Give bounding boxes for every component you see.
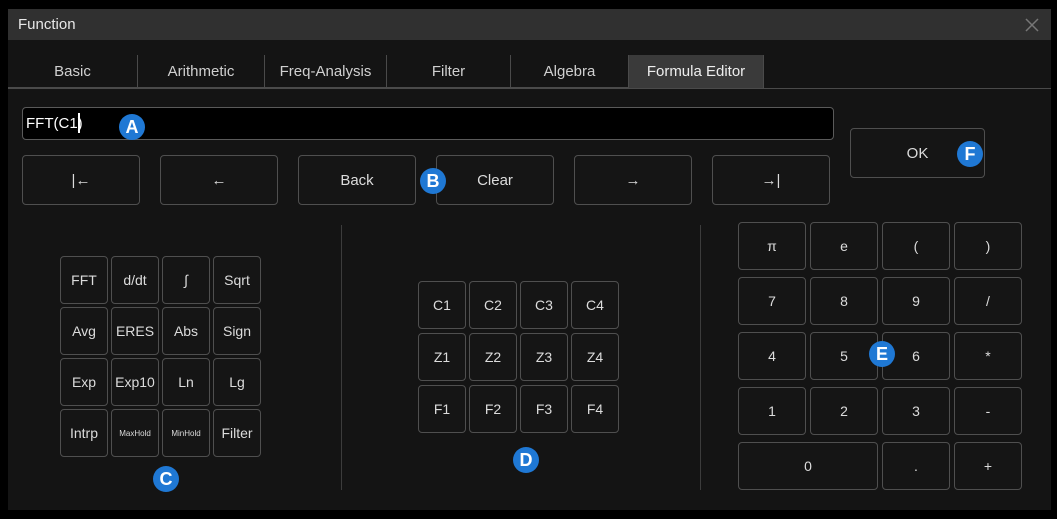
function-key-exp[interactable]: Exp [60, 358, 108, 406]
text-caret [78, 113, 80, 133]
keypad-key-5[interactable]: 5 [810, 332, 878, 380]
function-key-sqrt[interactable]: Sqrt [213, 256, 261, 304]
tab-arithmetic[interactable]: Arithmetic [138, 55, 265, 88]
function-key-ddt[interactable]: d/dt [111, 256, 159, 304]
source-key-z4[interactable]: Z4 [571, 333, 619, 381]
source-key-f2[interactable]: F2 [469, 385, 517, 433]
divider-left [341, 225, 342, 490]
function-key-sign[interactable]: Sign [213, 307, 261, 355]
clear-button[interactable]: Clear [436, 155, 554, 205]
source-key-f4[interactable]: F4 [571, 385, 619, 433]
function-key-minhold[interactable]: MinHold [162, 409, 210, 457]
source-key-z3[interactable]: Z3 [520, 333, 568, 381]
move-home-button[interactable]: |← [22, 155, 140, 205]
keypad-key-divide[interactable]: / [954, 277, 1022, 325]
function-key-ln[interactable]: Ln [162, 358, 210, 406]
source-key-z1[interactable]: Z1 [418, 333, 466, 381]
keypad-key-plus[interactable]: + [954, 442, 1022, 490]
function-key-intrp[interactable]: Intrp [60, 409, 108, 457]
source-key-f1[interactable]: F1 [418, 385, 466, 433]
tab-divider [8, 88, 1051, 89]
tab-basic[interactable]: Basic [8, 55, 138, 88]
source-key-c4[interactable]: C4 [571, 281, 619, 329]
source-key-c3[interactable]: C3 [520, 281, 568, 329]
function-key-[interactable]: ∫ [162, 256, 210, 304]
keypad-key-4[interactable]: 4 [738, 332, 806, 380]
move-end-button[interactable]: →| [712, 155, 830, 205]
backspace-button[interactable]: Back [298, 155, 416, 205]
keypad-key-pi[interactable]: π [738, 222, 806, 270]
function-key-avg[interactable]: Avg [60, 307, 108, 355]
close-icon[interactable] [1020, 13, 1044, 37]
move-left-button[interactable]: ← [160, 155, 278, 205]
source-key-c2[interactable]: C2 [469, 281, 517, 329]
window-title: Function [18, 16, 76, 33]
callout-badge-c: C [153, 466, 179, 492]
formula-input-value: FFT(C1) [26, 115, 83, 132]
keypad-key-9[interactable]: 9 [882, 277, 950, 325]
function-key-fft[interactable]: FFT [60, 256, 108, 304]
keypad-key-7[interactable]: 7 [738, 277, 806, 325]
callout-badge-e: E [869, 341, 895, 367]
callout-badge-b: B [420, 168, 446, 194]
tab-filter[interactable]: Filter [387, 55, 511, 88]
keypad-key-open-paren[interactable]: ( [882, 222, 950, 270]
keypad-key-e[interactable]: e [810, 222, 878, 270]
function-key-eres[interactable]: ERES [111, 307, 159, 355]
keypad-key-minus[interactable]: - [954, 387, 1022, 435]
title-bar [8, 9, 1051, 40]
keypad-key-2[interactable]: 2 [810, 387, 878, 435]
function-key-maxhold[interactable]: MaxHold [111, 409, 159, 457]
tab-freq-analysis[interactable]: Freq-Analysis [265, 55, 387, 88]
keypad-key-multiply[interactable]: * [954, 332, 1022, 380]
source-key-z2[interactable]: Z2 [469, 333, 517, 381]
callout-badge-d: D [513, 447, 539, 473]
function-key-lg[interactable]: Lg [213, 358, 261, 406]
callout-badge-f: F [957, 141, 983, 167]
divider-right [700, 225, 701, 490]
move-right-button[interactable]: → [574, 155, 692, 205]
tab-algebra[interactable]: Algebra [511, 55, 629, 88]
tab-formula-editor[interactable]: Formula Editor [629, 55, 764, 88]
function-key-exp10[interactable]: Exp10 [111, 358, 159, 406]
function-key-abs[interactable]: Abs [162, 307, 210, 355]
keypad-key-close-paren[interactable]: ) [954, 222, 1022, 270]
keypad-key-0[interactable]: 0 [738, 442, 878, 490]
keypad-key-decimal[interactable]: . [882, 442, 950, 490]
function-key-filter[interactable]: Filter [213, 409, 261, 457]
source-key-c1[interactable]: C1 [418, 281, 466, 329]
keypad-key-1[interactable]: 1 [738, 387, 806, 435]
source-key-f3[interactable]: F3 [520, 385, 568, 433]
callout-badge-a: A [119, 114, 145, 140]
keypad-key-3[interactable]: 3 [882, 387, 950, 435]
keypad-key-8[interactable]: 8 [810, 277, 878, 325]
